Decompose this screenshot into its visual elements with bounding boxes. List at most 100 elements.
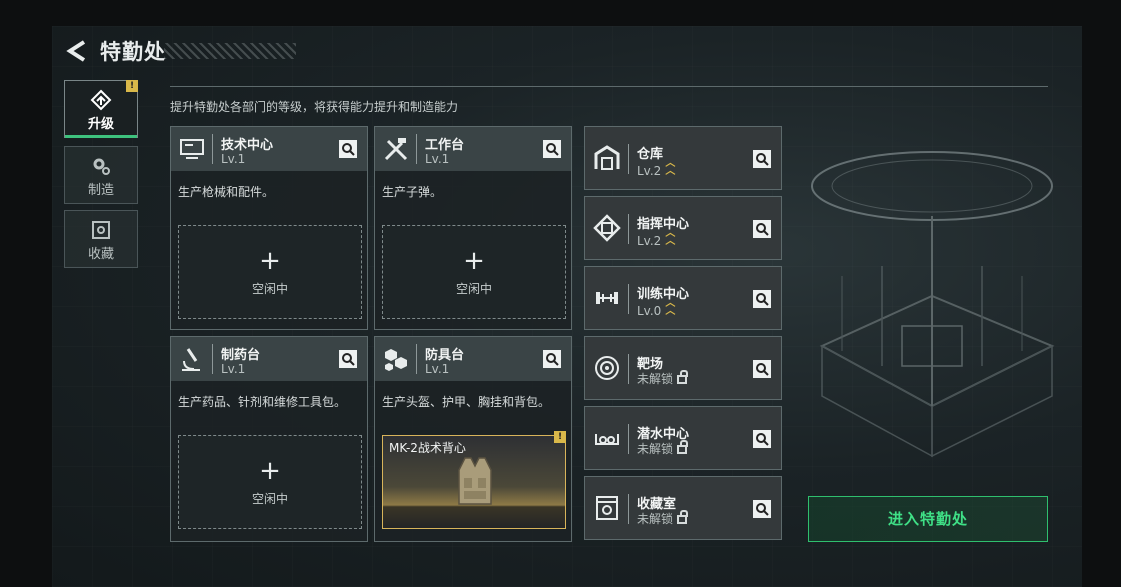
- safe-box-icon: [596, 496, 618, 520]
- page-title: 特勤处: [100, 40, 166, 64]
- header: 特勤处: [52, 26, 452, 78]
- facility-level-text: Lv.2: [637, 164, 662, 178]
- station-level: Lv.1: [221, 152, 246, 166]
- facility-status: 未解锁: [637, 440, 689, 457]
- magnifier-icon[interactable]: [753, 150, 771, 168]
- station-card-armor: 防具台 Lv.1 生产头盔、护甲、胸挂和背包。 MK-2战术背心 !: [374, 336, 572, 542]
- magnifier-icon[interactable]: [339, 140, 357, 158]
- facility-card-warehouse[interactable]: 仓库 Lv.2︿ ︿: [584, 126, 782, 190]
- facility-status: 未解锁: [637, 370, 689, 387]
- facility-card-training-center[interactable]: 训练中心 Lv.0︿ ︿: [584, 266, 782, 330]
- plus-icon: +: [463, 246, 485, 276]
- target-icon: [595, 356, 619, 380]
- station-name: 技术中心: [221, 138, 274, 153]
- station-name: 工作台: [425, 138, 465, 153]
- facility-level-text: Lv.2: [637, 234, 662, 248]
- gear-icon: [93, 158, 110, 175]
- page-description: 提升特勤处各部门的等级，将获得能力提升和制造能力: [170, 100, 459, 114]
- station-name: 防具台: [425, 348, 465, 363]
- separator: [628, 284, 629, 314]
- facility-level: Lv.2︿ ︿: [637, 228, 676, 249]
- facility-level: Lv.0︿ ︿: [637, 298, 676, 319]
- notification-badge: !: [554, 431, 566, 443]
- blueprint-slot[interactable]: MK-2战术背心 !: [382, 431, 566, 529]
- separator: [628, 354, 629, 384]
- slot-status: 空闲中: [455, 282, 492, 296]
- slot-status: 空闲中: [251, 282, 288, 296]
- separator: [212, 344, 213, 374]
- station-description: 生产枪械和配件。: [178, 185, 275, 199]
- separator: [628, 424, 629, 454]
- enter-special-ops-button[interactable]: 进入特勤处: [808, 496, 1048, 542]
- facility-card-collection-room[interactable]: 收藏室 未解锁: [584, 476, 782, 540]
- magnifier-icon[interactable]: [753, 500, 771, 518]
- lock-icon: [677, 510, 689, 524]
- sidebar-item-upgrade[interactable]: 升级 !: [64, 80, 138, 138]
- sidebar-item-label: 升级: [87, 117, 114, 132]
- facility-status-text: 未解锁: [637, 512, 674, 526]
- collection-box-icon: [92, 221, 110, 239]
- station-level: Lv.1: [221, 362, 246, 376]
- dumbbell-icon: [596, 292, 618, 304]
- card-header: 防具台 Lv.1: [375, 337, 571, 381]
- station-card-pharmacy: 制药台 Lv.1 生产药品、针剂和维修工具包。 + 空闲中: [170, 336, 368, 542]
- separator: [416, 344, 417, 374]
- magnifier-icon[interactable]: [753, 430, 771, 448]
- upgrade-chevron-icon: ︿ ︿: [665, 228, 676, 247]
- notification-badge: !: [126, 80, 138, 92]
- magnifier-icon[interactable]: [753, 290, 771, 308]
- idle-slot[interactable]: + 空闲中: [382, 225, 566, 319]
- magnifier-icon[interactable]: [543, 140, 561, 158]
- lock-icon: [677, 370, 689, 384]
- magnifier-icon[interactable]: [543, 350, 561, 368]
- microscope-icon: [182, 348, 200, 371]
- magnifier-icon[interactable]: [753, 220, 771, 238]
- sidebar-item-label: 制造: [87, 183, 114, 198]
- facility-card-command-center[interactable]: 指挥中心 Lv.2︿ ︿: [584, 196, 782, 260]
- facility-status-text: 未解锁: [637, 442, 674, 456]
- card-header: 制药台 Lv.1: [171, 337, 367, 381]
- separator: [628, 494, 629, 524]
- idle-slot[interactable]: + 空闲中: [178, 225, 362, 319]
- command-chip-icon: [593, 214, 621, 242]
- lock-icon: [677, 440, 689, 454]
- plus-icon: +: [259, 456, 281, 486]
- back-arrow-icon[interactable]: [64, 38, 90, 64]
- plus-icon: +: [259, 246, 281, 276]
- warehouse-icon: [594, 145, 620, 170]
- title-decoration: [164, 43, 296, 59]
- station-description: 生产子弹。: [382, 185, 443, 199]
- facility-level-text: Lv.0: [637, 304, 662, 318]
- diving-mask-icon: [595, 434, 619, 445]
- upgrade-chevron-icon: ︿ ︿: [665, 158, 676, 177]
- tools-icon: [384, 138, 408, 161]
- main-screen: 特勤处 升级 ! 制造 收藏 提升特勤处各部门的等级，将获得能力提升和制造能力: [52, 26, 1082, 587]
- idle-slot[interactable]: + 空闲中: [178, 435, 362, 529]
- slot-status: 空闲中: [251, 492, 288, 506]
- station-description: 生产头盔、护甲、胸挂和背包。: [382, 395, 551, 409]
- station-card-tech-center: 技术中心 Lv.1 生产枪械和配件。 + 空闲中: [170, 126, 368, 330]
- sidebar-item-craft[interactable]: 制造: [64, 146, 138, 204]
- separator: [628, 214, 629, 244]
- sidebar-item-label: 收藏: [87, 247, 114, 262]
- facility-scene-image: [811, 151, 1055, 458]
- magnifier-icon[interactable]: [753, 360, 771, 378]
- separator: [416, 134, 417, 164]
- separator: [212, 134, 213, 164]
- station-level: Lv.1: [425, 152, 450, 166]
- facility-card-diving-center[interactable]: 潜水中心 未解锁: [584, 406, 782, 470]
- facility-card-shooting-range[interactable]: 靶场 未解锁: [584, 336, 782, 400]
- sidebar-item-collection[interactable]: 收藏: [64, 210, 138, 268]
- armor-cubes-icon: [385, 349, 407, 371]
- divider: [170, 86, 1048, 87]
- separator: [628, 144, 629, 174]
- facility-status: 未解锁: [637, 510, 689, 527]
- station-level: Lv.1: [425, 362, 450, 376]
- station-description: 生产药品、针剂和维修工具包。: [178, 395, 347, 409]
- magnifier-icon[interactable]: [339, 350, 357, 368]
- upgrade-icon: [90, 89, 112, 111]
- card-header: 技术中心 Lv.1: [171, 127, 367, 171]
- station-card-workbench: 工作台 Lv.1 生产子弹。 + 空闲中: [374, 126, 572, 330]
- upgrade-chevron-icon: ︿ ︿: [665, 298, 676, 317]
- tactical-vest-image: [458, 457, 492, 505]
